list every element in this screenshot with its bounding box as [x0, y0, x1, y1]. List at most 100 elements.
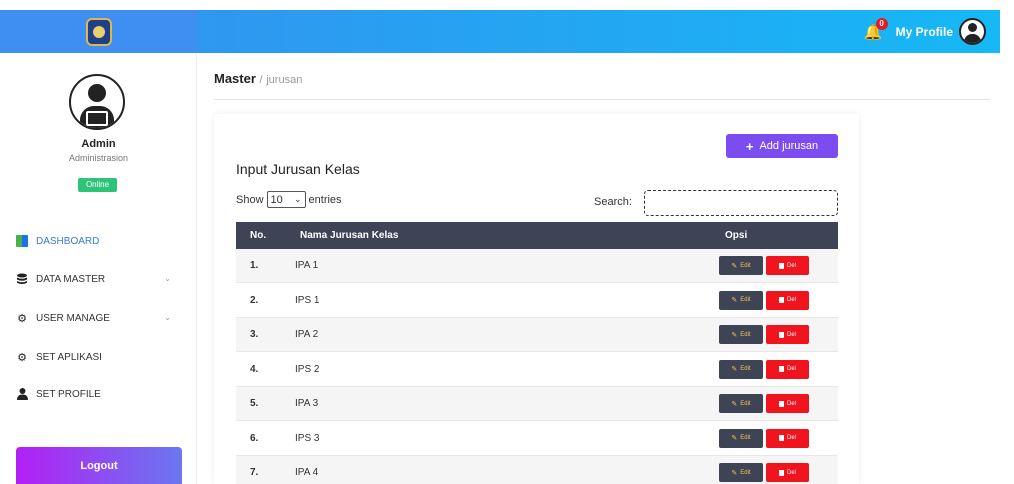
column-name[interactable]: Nama Jurusan Kelas: [300, 230, 398, 241]
notification-bell-icon[interactable]: 🔔 0: [864, 17, 888, 41]
delete-label: Del: [786, 400, 796, 407]
delete-label: Del: [786, 297, 796, 303]
search-label: Search:: [594, 196, 632, 208]
delete-label: Del: [786, 366, 796, 372]
breadcrumb-main[interactable]: Master: [214, 71, 256, 86]
row-jurusan-name: IPS 1: [295, 294, 320, 306]
top-bar: 🔔 0 My Profile: [0, 10, 1000, 53]
dashboard-icon: [16, 235, 28, 247]
edit-label: Edit: [740, 262, 751, 269]
table-row: 5. IPA 3 ✎ Edit Del: [236, 387, 838, 421]
sidebar-item-label: DATA MASTER: [36, 273, 106, 285]
admin-avatar: [69, 74, 125, 130]
edit-button[interactable]: ✎ Edit: [719, 359, 763, 379]
row-jurusan-name: IPA 4: [295, 467, 319, 478]
sidebar-item-dashboard[interactable]: DASHBOARD: [16, 231, 181, 251]
column-no[interactable]: No.: [250, 230, 266, 241]
row-number: 5.: [250, 398, 259, 409]
row-number: 3.: [250, 329, 259, 340]
table-header: No. Nama Jurusan Kelas Opsi: [236, 222, 838, 249]
pencil-icon: ✎: [731, 469, 738, 477]
edit-label: Edit: [740, 297, 751, 303]
delete-button[interactable]: Del: [766, 290, 809, 310]
sidebar-item-label: DASHBOARD: [36, 235, 100, 247]
delete-button[interactable]: Del: [766, 359, 809, 379]
database-icon: [16, 273, 28, 285]
edit-label: Edit: [740, 435, 751, 441]
app-logo: [85, 17, 112, 46]
gear-icon: ⚙: [17, 312, 27, 325]
edit-label: Edit: [740, 331, 751, 338]
row-jurusan-name: IPS 2: [295, 363, 320, 375]
row-jurusan-name: IPA 2: [295, 329, 319, 340]
breadcrumb-current: jurusan: [266, 74, 303, 86]
edit-button[interactable]: ✎ Edit: [719, 325, 763, 344]
sidebar-item-data-master[interactable]: DATA MASTER ⌄: [16, 269, 181, 289]
my-profile-menu[interactable]: My Profile: [896, 18, 986, 45]
edit-button[interactable]: ✎ Edit: [719, 256, 763, 275]
row-number: 4.: [250, 363, 259, 375]
column-options[interactable]: Opsi: [725, 230, 747, 241]
trash-icon: [778, 297, 784, 303]
sidebar-item-set-profile[interactable]: SET PROFILE: [16, 384, 181, 404]
plus-icon: +: [745, 138, 754, 154]
row-jurusan-name: IPA 3: [295, 398, 319, 409]
search-input[interactable]: [644, 190, 838, 216]
user-icon: [16, 388, 28, 400]
profile-label: My Profile: [895, 24, 953, 39]
admin-role: Administrasion: [68, 153, 129, 163]
show-label: Show: [236, 193, 264, 206]
table-row: 6. IPS 3 ✎ Edit Del: [236, 422, 838, 456]
table-row: 2. IPS 1 ✎ Edit Del: [236, 284, 838, 318]
profile-avatar-icon: [959, 18, 986, 45]
delete-button[interactable]: Del: [766, 394, 809, 413]
edit-button[interactable]: ✎ Edit: [719, 428, 763, 448]
sidebar-item-set-aplikasi[interactable]: ⚙ SET APLIKASI: [16, 347, 181, 367]
header-divider: [214, 99, 990, 100]
delete-button[interactable]: Del: [766, 463, 809, 482]
row-number: 1.: [250, 260, 259, 271]
edit-button[interactable]: ✎ Edit: [719, 394, 763, 413]
edit-button[interactable]: ✎ Edit: [719, 463, 763, 482]
row-jurusan-name: IPA 1: [295, 260, 319, 271]
sidebar-item-label: SET APLIKASI: [36, 351, 102, 363]
table-row: 1. IPA 1 ✎ Edit Del: [236, 249, 838, 283]
trash-icon: [778, 400, 784, 407]
entries-select[interactable]: 10 ⌄: [266, 191, 306, 208]
pencil-icon: ✎: [731, 331, 738, 339]
logout-button[interactable]: Logout: [16, 447, 182, 484]
brand-area[interactable]: [0, 10, 197, 53]
delete-button[interactable]: Del: [766, 256, 809, 275]
show-entries: Show 10 ⌄ entries: [236, 191, 342, 208]
trash-icon: [778, 366, 784, 372]
chevron-down-icon: ⌄: [164, 313, 171, 322]
table-row: 4. IPS 2 ✎ Edit Del: [236, 353, 838, 387]
pencil-icon: ✎: [731, 435, 738, 442]
pencil-icon: ✎: [731, 400, 738, 408]
trash-icon: [778, 262, 784, 269]
table-row: 7. IPA 4 ✎ Edit Del: [236, 456, 838, 484]
delete-button[interactable]: Del: [766, 325, 809, 344]
sidebar-item-label: USER MANAGE: [36, 312, 110, 324]
sidebar: Admin Administrasion Online DASHBOARD DA…: [0, 53, 197, 484]
pencil-icon: ✎: [731, 297, 738, 304]
sidebar-item-label: SET PROFILE: [36, 388, 101, 400]
online-status-badge: Online: [78, 178, 117, 192]
card-title: Input Jurusan Kelas: [236, 161, 360, 177]
delete-button[interactable]: Del: [766, 428, 809, 448]
edit-label: Edit: [740, 366, 751, 372]
delete-label: Del: [786, 469, 796, 476]
edit-label: Edit: [740, 469, 751, 476]
pencil-icon: ✎: [731, 366, 738, 373]
top-nav: 🔔 0 My Profile: [197, 10, 1000, 53]
row-number: 2.: [250, 294, 259, 306]
trash-icon: [778, 331, 784, 338]
breadcrumb: Master / jurusan: [214, 71, 302, 86]
add-jurusan-label: Add jurusan: [759, 140, 819, 152]
sidebar-item-user-manage[interactable]: ⚙ USER MANAGE ⌄: [16, 308, 181, 328]
delete-label: Del: [786, 435, 796, 441]
edit-button[interactable]: ✎ Edit: [719, 290, 763, 310]
add-jurusan-button[interactable]: + Add jurusan: [726, 134, 838, 158]
cogs-icon: ⚙: [17, 351, 27, 364]
entries-label: entries: [308, 193, 342, 206]
